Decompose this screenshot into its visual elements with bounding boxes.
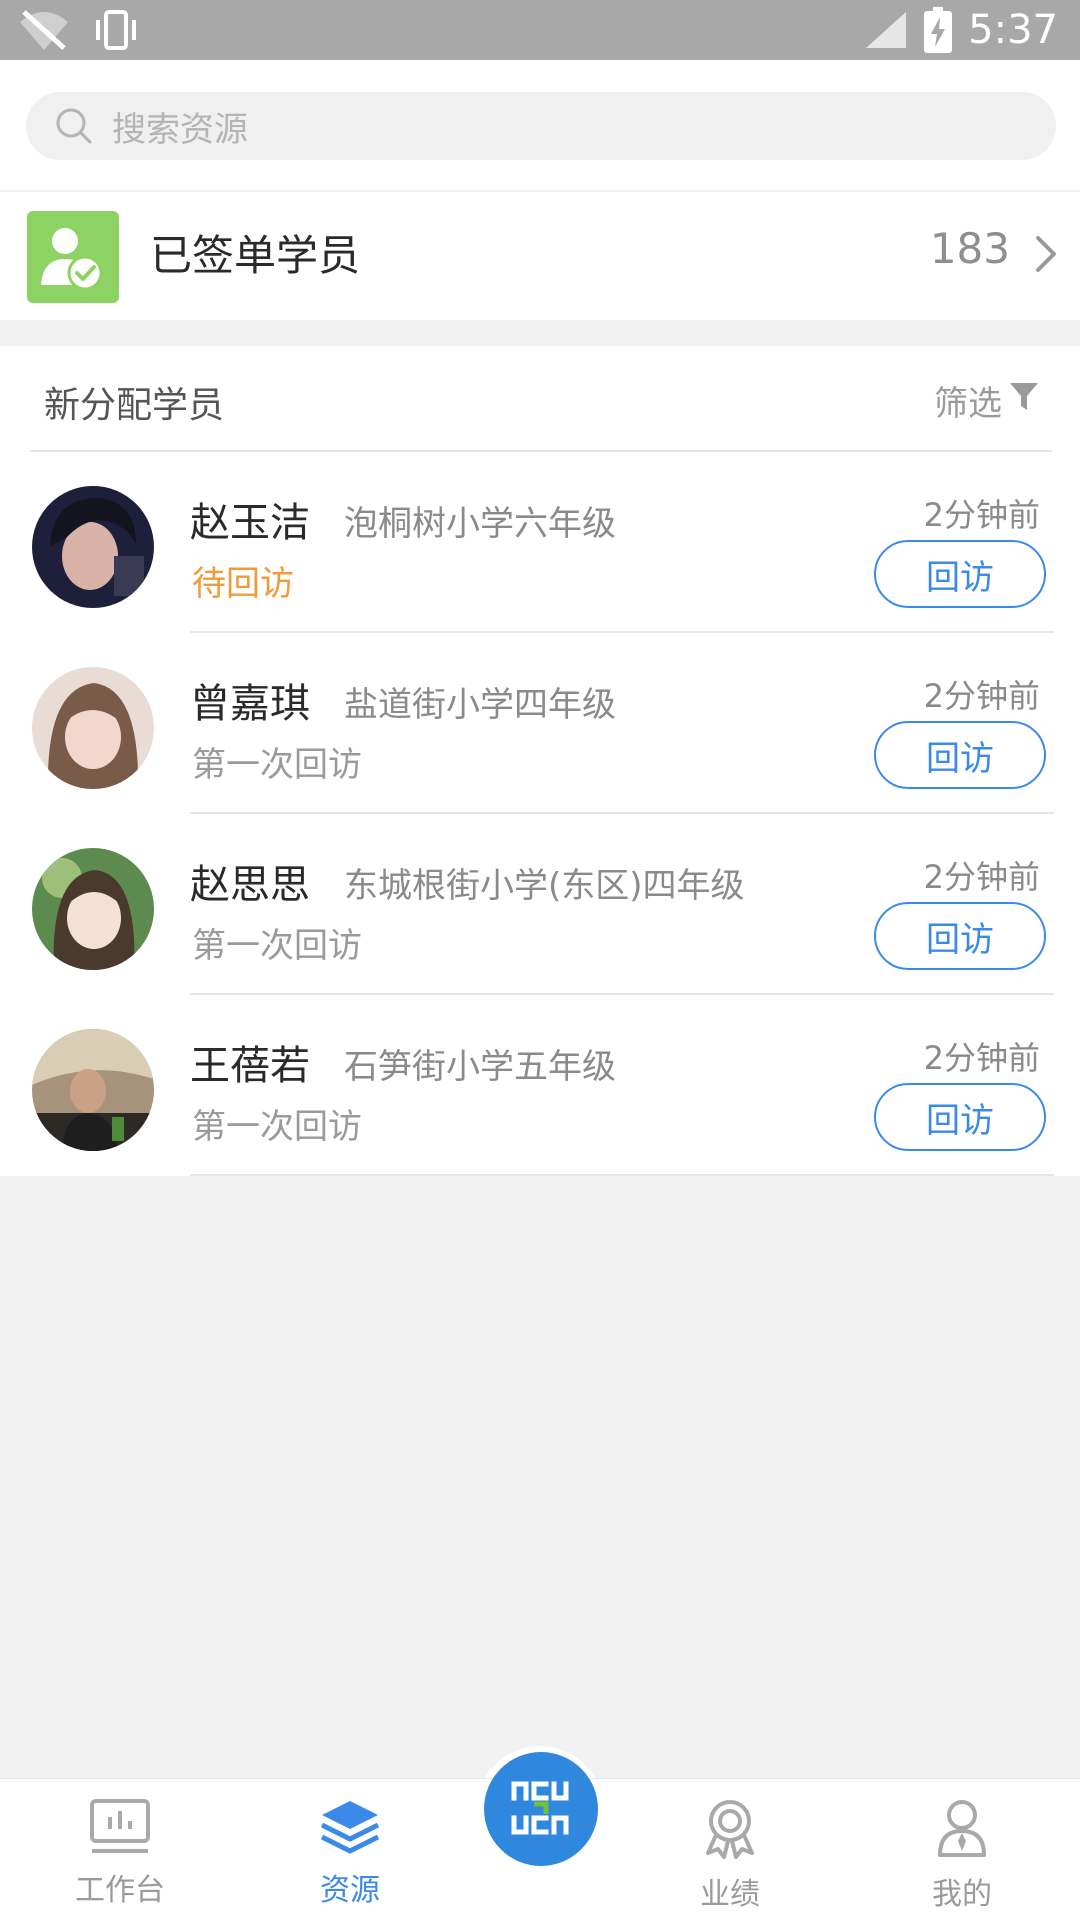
nav-label: 资源 <box>320 1873 380 1908</box>
status-bar: 5:37 <box>0 0 1080 60</box>
nav-label: 我的 <box>932 1877 992 1912</box>
nav-performance[interactable]: 业绩 <box>660 1797 800 1921</box>
nav-workbench[interactable]: 工作台 <box>50 1797 190 1921</box>
wifi-off-icon <box>20 10 68 50</box>
search-placeholder: 搜索资源 <box>112 109 248 150</box>
signed-user-icon <box>27 211 119 303</box>
filter-icon[interactable] <box>1008 380 1040 412</box>
visit-button[interactable]: 回访 <box>874 902 1046 970</box>
visit-status: 第一次回访 <box>192 745 362 785</box>
nav-resources[interactable]: 资源 <box>280 1797 420 1921</box>
visit-button[interactable]: 回访 <box>874 721 1046 789</box>
filter-button[interactable]: 筛选 <box>934 376 1002 425</box>
assigned-time: 2分钟前 <box>923 1039 1040 1077</box>
student-row[interactable]: 曾嘉琪 盐道街小学四年级 第一次回访 2分钟前 回访 <box>0 633 1080 814</box>
visit-button[interactable]: 回访 <box>874 540 1046 608</box>
signed-label: 已签单学员 <box>150 231 361 280</box>
student-school: 石笋街小学五年级 <box>344 1047 616 1087</box>
student-school: 东城根街小学(东区)四年级 <box>344 866 745 906</box>
logo-icon <box>511 1781 569 1835</box>
signal-icon <box>866 12 907 48</box>
student-name: 赵思思 <box>190 862 310 908</box>
assigned-time: 2分钟前 <box>923 496 1040 534</box>
student-row[interactable]: 赵思思 东城根街小学(东区)四年级 第一次回访 2分钟前 回访 <box>0 814 1080 995</box>
avatar <box>32 848 154 970</box>
list-header: 新分配学员 筛选 <box>30 346 1052 452</box>
signed-students-row[interactable]: 已签单学员 183 <box>0 192 1080 320</box>
nav-profile[interactable]: 我的 <box>892 1797 1032 1921</box>
clock: 5:37 <box>968 7 1058 53</box>
layers-icon <box>320 1801 380 1854</box>
search-area: 搜索资源 <box>0 60 1080 190</box>
section-title: 新分配学员 <box>44 385 225 426</box>
student-row[interactable]: 王蓓若 石笋街小学五年级 第一次回访 2分钟前 回访 <box>0 995 1080 1176</box>
nav-label: 业绩 <box>700 1877 760 1912</box>
nav-label: 工作台 <box>75 1873 165 1908</box>
search-input[interactable]: 搜索资源 <box>26 92 1056 160</box>
search-icon <box>56 108 92 144</box>
avatar <box>32 667 154 789</box>
chevron-right-icon <box>1036 236 1056 272</box>
visit-status: 第一次回访 <box>192 926 362 966</box>
student-name: 王蓓若 <box>190 1043 310 1089</box>
dashboard-icon <box>90 1799 150 1853</box>
student-name: 曾嘉琪 <box>190 681 310 727</box>
new-students-section: 新分配学员 筛选 赵玉洁 泡桐树小学六年级 待回访 2分钟前 回访 曾嘉琪 盐道… <box>0 346 1080 1176</box>
profile-icon <box>938 1800 986 1857</box>
avatar <box>32 486 154 608</box>
student-row[interactable]: 赵玉洁 泡桐树小学六年级 待回访 2分钟前 回访 <box>0 452 1080 633</box>
visit-button[interactable]: 回访 <box>874 1083 1046 1151</box>
student-school: 盐道街小学四年级 <box>344 685 616 725</box>
visit-status: 第一次回访 <box>192 1107 362 1147</box>
visit-status: 待回访 <box>192 564 294 604</box>
signed-count: 183 <box>929 224 1010 273</box>
center-action-button[interactable] <box>484 1752 598 1866</box>
assigned-time: 2分钟前 <box>923 858 1040 896</box>
student-school: 泡桐树小学六年级 <box>344 504 616 544</box>
battery-charging-icon <box>924 7 953 53</box>
student-name: 赵玉洁 <box>190 500 310 546</box>
divider <box>190 1174 1054 1176</box>
vibrate-icon <box>96 10 136 50</box>
medal-icon <box>706 1800 754 1859</box>
avatar <box>32 1029 154 1151</box>
assigned-time: 2分钟前 <box>923 677 1040 715</box>
